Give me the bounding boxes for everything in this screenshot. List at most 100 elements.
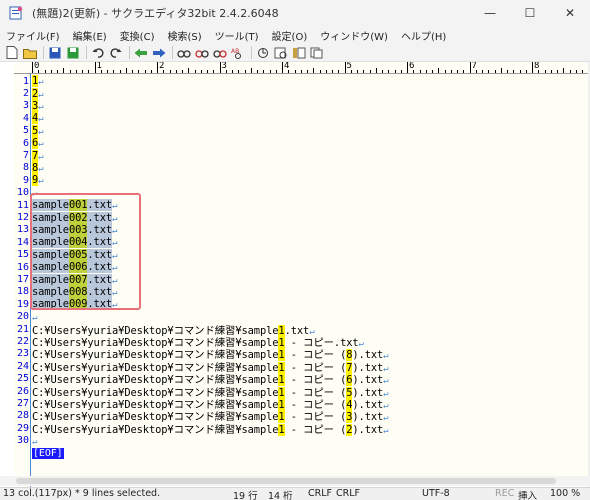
- bookmark-icon[interactable]: [255, 46, 271, 60]
- menu-item[interactable]: ウィンドウ(W): [320, 28, 388, 43]
- editor-line[interactable]: 5 5↵: [14, 124, 588, 137]
- editor-line[interactable]: 10 ↵: [14, 187, 588, 199]
- grep-icon[interactable]: [273, 46, 289, 60]
- line-number: 9: [22, 174, 29, 186]
- editor-line[interactable]: 29 C:¥Users¥yuria¥Desktop¥コマンド練習¥sample1 …: [14, 422, 588, 436]
- jump-forward-icon[interactable]: [151, 46, 167, 60]
- sakura-editor-app-icon[interactable]: [8, 5, 24, 21]
- ruler-tick: [275, 70, 277, 73]
- ruler-tick: [382, 70, 383, 73]
- editor-line[interactable]: 6 6↵: [14, 137, 588, 150]
- menu-item[interactable]: ファイル(F): [6, 28, 60, 43]
- search-prev-icon[interactable]: [194, 46, 210, 60]
- menu-item[interactable]: 設定(O): [272, 28, 308, 43]
- eol-indicator-2[interactable]: CRLF: [336, 488, 360, 499]
- editor-line[interactable]: 13 sample003.txt↵: [14, 223, 588, 236]
- editor-line[interactable]: 14 sample004.txt↵: [14, 236, 588, 249]
- highlighted-text: 008: [68, 285, 88, 298]
- newline-mark-icon: ↵: [38, 176, 44, 187]
- zoom-level[interactable]: 100 %: [550, 488, 580, 499]
- editor-line[interactable]: 19 sample009.txt↵: [14, 298, 588, 311]
- ruler-tick: [57, 70, 58, 73]
- line-text[interactable]: sample002.txt↵: [32, 211, 117, 224]
- line-text[interactable]: 3↵: [32, 99, 44, 112]
- line-text[interactable]: sample009.txt↵: [32, 298, 117, 311]
- window-list-icon[interactable]: [309, 46, 325, 60]
- menu-item[interactable]: ツール(T): [215, 28, 259, 43]
- line-text[interactable]: sample007.txt↵: [32, 273, 117, 286]
- ruler-tick: [307, 70, 308, 73]
- redo-icon[interactable]: [108, 46, 124, 60]
- line-text[interactable]: 6↵: [32, 137, 44, 150]
- eol-indicator-1[interactable]: CRLF: [308, 488, 332, 499]
- minimize-button[interactable]: —: [470, 0, 510, 26]
- toolbar-separator: [86, 46, 87, 59]
- line-text[interactable]: 7↵: [32, 149, 44, 162]
- editor-line[interactable]: 7 7↵: [14, 149, 588, 162]
- jump-back-icon[interactable]: [133, 46, 149, 60]
- editor-line[interactable]: 9 9↵: [14, 174, 588, 187]
- line-text[interactable]: sample003.txt↵: [32, 223, 117, 236]
- ruler-tick: [119, 70, 121, 73]
- undo-icon[interactable]: [90, 46, 106, 60]
- macro-record-indicator[interactable]: REC: [495, 488, 514, 499]
- menu-item[interactable]: 編集(E): [73, 28, 107, 43]
- insert-mode-indicator[interactable]: 挿入: [518, 488, 537, 500]
- editor-line[interactable]: 30 ↵: [14, 435, 588, 447]
- line-text[interactable]: 4↵: [32, 112, 44, 125]
- search-next-icon[interactable]: [212, 46, 228, 60]
- editor-line[interactable]: 2 2↵: [14, 87, 588, 100]
- menu-item[interactable]: ヘルプ(H): [401, 28, 446, 43]
- editor-line[interactable]: 17 sample007.txt↵: [14, 273, 588, 286]
- line-text[interactable]: sample005.txt↵: [32, 248, 117, 261]
- editor-line[interactable]: 8 8↵: [14, 161, 588, 174]
- line-text[interactable]: sample004.txt↵: [32, 236, 117, 249]
- line-text[interactable]: ↵: [32, 435, 37, 447]
- line-text[interactable]: sample006.txt↵: [32, 261, 117, 274]
- ruler-tick: [294, 70, 296, 73]
- menu-item[interactable]: 検索(S): [167, 28, 201, 43]
- encoding-indicator[interactable]: UTF-8: [422, 488, 450, 499]
- horizontal-scrollbar[interactable]: [0, 476, 590, 486]
- line-text[interactable]: sample001.txt↵: [32, 199, 117, 212]
- horizontal-scroll-thumb[interactable]: [16, 478, 556, 484]
- ruler-tick: [163, 70, 165, 73]
- newline-mark-icon: ↵: [112, 287, 118, 298]
- save-icon[interactable]: [47, 46, 63, 60]
- close-button[interactable]: ✕: [550, 0, 590, 26]
- line-text[interactable]: 9↵: [32, 174, 44, 187]
- new-file-icon[interactable]: [4, 46, 20, 60]
- editor-line[interactable]: 3 3↵: [14, 99, 588, 112]
- highlighted-text: .txt: [87, 223, 113, 236]
- editor-line[interactable]: 15 sample005.txt↵: [14, 248, 588, 261]
- editor-line[interactable]: 4 4↵: [14, 112, 588, 125]
- ruler-tick: [238, 70, 240, 73]
- line-text[interactable]: sample008.txt↵: [32, 285, 118, 298]
- search-icon[interactable]: [176, 46, 192, 60]
- line-text[interactable]: 2↵: [32, 87, 44, 100]
- editor-line[interactable]: 16 sample006.txt↵: [14, 261, 588, 274]
- ruler-tick: [182, 70, 183, 73]
- ruler-tick: [375, 68, 377, 73]
- ruler-tick: [75, 70, 77, 73]
- open-folder-icon[interactable]: [22, 46, 38, 60]
- replace-icon[interactable]: AB: [230, 46, 246, 60]
- line-text[interactable]: 5↵: [32, 124, 44, 137]
- ruler-tick: [463, 70, 465, 73]
- editor-line[interactable]: 18 sample008.txt↵: [14, 285, 588, 298]
- line-text[interactable]: ↵: [32, 187, 37, 199]
- ruler-tick: [475, 70, 477, 73]
- maximize-button[interactable]: ☐: [510, 0, 550, 26]
- editor-line[interactable]: 1 1↵: [14, 75, 588, 88]
- menu-item[interactable]: 変換(C): [120, 28, 155, 43]
- save-all-icon[interactable]: [65, 46, 81, 60]
- line-text[interactable]: 1↵: [32, 75, 44, 88]
- outline-icon[interactable]: [291, 46, 307, 60]
- text-editor[interactable]: 0123456789 11↵22↵33↵44↵55↵66↵77↵88↵99↵10…: [14, 62, 588, 487]
- editor-line[interactable]: 12 sample002.txt↵: [14, 211, 588, 224]
- editor-line[interactable]: 11 sample001.txt↵: [14, 199, 588, 212]
- ruler-tick: [500, 68, 502, 73]
- ruler-tick: [544, 70, 546, 73]
- line-text[interactable]: 8↵: [32, 161, 44, 174]
- cursor-line: 19 行: [233, 491, 258, 500]
